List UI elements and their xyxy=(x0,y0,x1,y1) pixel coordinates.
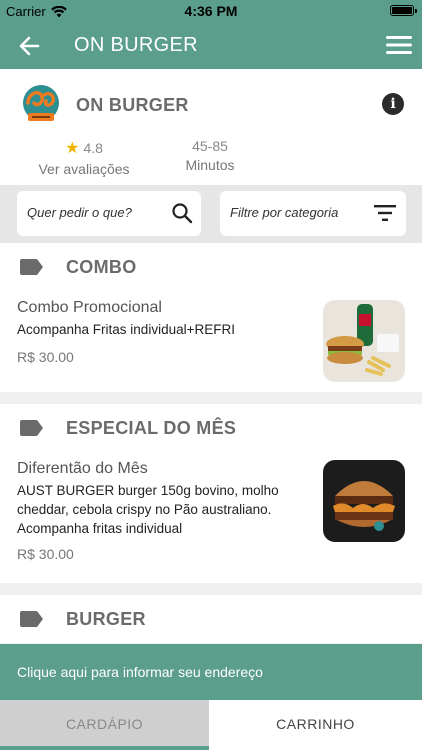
search-placeholder: Quer pedir o que? xyxy=(27,205,132,220)
tag-icon xyxy=(20,259,43,275)
rating-value: 4.8 xyxy=(83,140,103,156)
store-logo xyxy=(23,85,59,121)
section-title: ESPECIAL DO MÊS xyxy=(66,418,237,438)
see-reviews-link[interactable]: Ver avaliações xyxy=(34,161,134,177)
category-placeholder: Filtre por categoria xyxy=(230,205,339,220)
filter-icon[interactable] xyxy=(374,204,396,222)
delivery-time-unit: Minutos xyxy=(185,157,235,173)
filters-bar: Quer pedir o que? Filtre por categoria xyxy=(0,185,422,243)
store-name: ON BURGER xyxy=(76,95,189,115)
bottom-tabs: CARDÁPIO CARRINHO xyxy=(0,700,422,750)
back-arrow-icon[interactable] xyxy=(16,32,44,60)
nav-bar: ON BURGER xyxy=(0,22,422,69)
product-price: R$ 30.00 xyxy=(17,546,74,562)
address-prompt-text: Clique aqui para informar seu endereço xyxy=(17,664,263,680)
product-description: AUST BURGER burger 150g bovino, molho ch… xyxy=(17,483,279,536)
tag-icon xyxy=(20,420,43,436)
product-item[interactable]: Diferentão do Mês AUST BURGER burger 150… xyxy=(0,452,422,583)
rating-block[interactable]: ★ 4.8 Ver avaliações xyxy=(34,138,134,177)
address-prompt-button[interactable]: Clique aqui para informar seu endereço xyxy=(0,644,422,700)
delivery-time-block: 45-85 Minutos xyxy=(180,138,240,173)
section-title: COMBO xyxy=(66,257,137,277)
store-header: ON BURGER i ★ 4.8 Ver avaliações 45-85 M… xyxy=(0,69,422,185)
tag-icon xyxy=(20,611,43,627)
battery-icon xyxy=(390,5,417,16)
section-title: BURGER xyxy=(66,609,146,629)
product-name: Diferentão do Mês xyxy=(17,460,148,477)
product-name: Combo Promocional xyxy=(17,299,162,316)
product-image xyxy=(323,460,405,542)
star-icon: ★ xyxy=(65,140,80,157)
section-header-especial: ESPECIAL DO MÊS xyxy=(0,404,422,452)
product-price: R$ 30.00 xyxy=(17,349,74,365)
product-description: Acompanha Fritas individual+REFRI xyxy=(17,322,235,337)
tab-cardapio[interactable]: CARDÁPIO xyxy=(0,700,209,750)
product-item[interactable]: Combo Promocional Acompanha Fritas indiv… xyxy=(0,291,422,392)
status-bar: Carrier 4:36 PM xyxy=(0,0,422,22)
section-header-combo: COMBO xyxy=(0,243,422,291)
delivery-time-range: 45-85 xyxy=(192,138,228,154)
status-time: 4:36 PM xyxy=(184,3,238,19)
product-image xyxy=(323,300,405,382)
search-input[interactable]: Quer pedir o que? xyxy=(17,191,201,236)
hamburger-menu-icon[interactable] xyxy=(386,34,412,56)
search-icon[interactable] xyxy=(171,202,193,224)
section-header-burger: BURGER xyxy=(0,595,422,643)
rating-score: ★ 4.8 xyxy=(34,138,134,158)
category-filter[interactable]: Filtre por categoria xyxy=(220,191,406,236)
tab-carrinho[interactable]: CARRINHO xyxy=(209,700,422,750)
nav-title: ON BURGER xyxy=(74,34,198,56)
info-icon[interactable]: i xyxy=(382,93,404,115)
